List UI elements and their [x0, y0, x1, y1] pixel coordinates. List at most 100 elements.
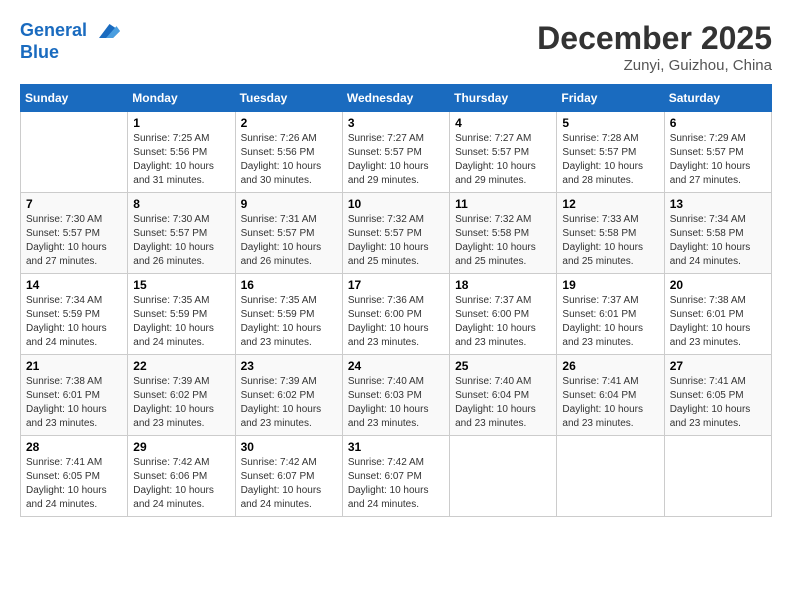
calendar-cell: 19Sunrise: 7:37 AMSunset: 6:01 PMDayligh…	[557, 274, 664, 355]
day-number: 4	[455, 116, 551, 130]
day-info: Sunrise: 7:42 AMSunset: 6:07 PMDaylight:…	[348, 456, 444, 512]
calendar-cell: 16Sunrise: 7:35 AMSunset: 5:59 PMDayligh…	[235, 274, 342, 355]
day-info: Sunrise: 7:35 AMSunset: 5:59 PMDaylight:…	[133, 294, 229, 350]
day-info: Sunrise: 7:42 AMSunset: 6:06 PMDaylight:…	[133, 456, 229, 512]
weekday-header-friday: Friday	[557, 85, 664, 112]
logo: General Blue	[20, 20, 120, 63]
day-info: Sunrise: 7:40 AMSunset: 6:03 PMDaylight:…	[348, 375, 444, 431]
day-info: Sunrise: 7:34 AMSunset: 5:58 PMDaylight:…	[670, 213, 766, 269]
day-number: 12	[562, 197, 658, 211]
calendar-cell: 17 Sunrise: 7:36 AMSunset: 6:00 PMDayligh…	[342, 274, 449, 355]
weekday-header-wednesday: Wednesday	[342, 85, 449, 112]
day-number: 23	[241, 359, 337, 373]
calendar-cell: 15 Sunrise: 7:35 AMSunset: 5:59 PMDayligh…	[128, 274, 235, 355]
day-info: Sunrise: 7:38 AMSunset: 6:01 PMDaylight:…	[670, 294, 766, 350]
calendar-cell	[664, 436, 771, 517]
calendar-cell: 26 Sunrise: 7:41 AMSunset: 6:04 PMDayligh…	[557, 355, 664, 436]
day-number: 25	[455, 359, 551, 373]
header: General Blue December 2025 Zunyi, Guizho…	[20, 20, 772, 74]
logo-blue: Blue	[20, 42, 120, 63]
calendar-cell: 30 Sunrise: 7:42 AMSunset: 6:07 PMDayligh…	[235, 436, 342, 517]
day-info: Sunrise: 7:41 AMSunset: 6:05 PMDaylight:…	[670, 375, 766, 431]
day-number: 26	[562, 359, 658, 373]
title-area: December 2025 Zunyi, Guizhou, China	[537, 20, 772, 74]
logo-general: General	[20, 20, 87, 40]
day-number: 17	[348, 278, 444, 292]
day-number: 11	[455, 197, 551, 211]
day-number: 14	[26, 278, 122, 292]
calendar-cell: 9 Sunrise: 7:31 AMSunset: 5:57 PMDaylight…	[235, 193, 342, 274]
day-info: Sunrise: 7:31 AMSunset: 5:57 PMDaylight:…	[241, 213, 337, 269]
day-info: Sunrise: 7:32 AMSunset: 5:58 PMDaylight:…	[455, 213, 551, 269]
location: Zunyi, Guizhou, China	[537, 57, 772, 74]
day-number: 3	[348, 116, 444, 130]
calendar-cell: 28 Sunrise: 7:41 AMSunset: 6:05 PMDayligh…	[21, 436, 128, 517]
day-info: Sunrise: 7:41 AMSunset: 6:05 PMDaylight:…	[26, 456, 122, 512]
weekday-header-monday: Monday	[128, 85, 235, 112]
day-number: 22	[133, 359, 229, 373]
calendar-cell	[450, 436, 557, 517]
calendar-cell: 29 Sunrise: 7:42 AMSunset: 6:06 PMDayligh…	[128, 436, 235, 517]
calendar-cell: 25 Sunrise: 7:40 AMSunset: 6:04 PMDayligh…	[450, 355, 557, 436]
day-info: Sunrise: 7:27 AMSunset: 5:57 PMDaylight:…	[455, 132, 551, 188]
day-number: 18	[455, 278, 551, 292]
calendar-cell: 20 Sunrise: 7:38 AMSunset: 6:01 PMDayligh…	[664, 274, 771, 355]
day-info: Sunrise: 7:34 AMSunset: 5:59 PMDaylight:…	[26, 294, 122, 350]
calendar-cell: 21Sunrise: 7:38 AMSunset: 6:01 PMDayligh…	[21, 355, 128, 436]
calendar-cell: 24 Sunrise: 7:40 AMSunset: 6:03 PMDayligh…	[342, 355, 449, 436]
calendar-cell	[557, 436, 664, 517]
calendar-cell: 12 Sunrise: 7:33 AMSunset: 5:58 PMDayligh…	[557, 193, 664, 274]
calendar-cell: 2 Sunrise: 7:26 AMSunset: 5:56 PMDaylight…	[235, 112, 342, 193]
calendar: SundayMondayTuesdayWednesdayThursdayFrid…	[20, 84, 772, 517]
day-info: Sunrise: 7:30 AMSunset: 5:57 PMDaylight:…	[26, 213, 122, 269]
calendar-cell: 27 Sunrise: 7:41 AMSunset: 6:05 PMDayligh…	[664, 355, 771, 436]
day-info: Sunrise: 7:33 AMSunset: 5:58 PMDaylight:…	[562, 213, 658, 269]
day-info: Sunrise: 7:35 AMSunset: 5:59 PMDaylight:…	[241, 294, 337, 350]
calendar-cell: 14 Sunrise: 7:34 AMSunset: 5:59 PMDayligh…	[21, 274, 128, 355]
day-info: Sunrise: 7:37 AMSunset: 6:01 PMDaylight:…	[562, 294, 658, 350]
day-number: 30	[241, 440, 337, 454]
day-info: Sunrise: 7:40 AMSunset: 6:04 PMDaylight:…	[455, 375, 551, 431]
day-number: 28	[26, 440, 122, 454]
calendar-cell: 6Sunrise: 7:29 AMSunset: 5:57 PMDaylight…	[664, 112, 771, 193]
day-number: 27	[670, 359, 766, 373]
day-info: Sunrise: 7:30 AMSunset: 5:57 PMDaylight:…	[133, 213, 229, 269]
day-info: Sunrise: 7:28 AMSunset: 5:57 PMDaylight:…	[562, 132, 658, 188]
day-number: 10	[348, 197, 444, 211]
calendar-cell: 23Sunrise: 7:39 AMSunset: 6:02 PMDayligh…	[235, 355, 342, 436]
day-info: Sunrise: 7:42 AMSunset: 6:07 PMDaylight:…	[241, 456, 337, 512]
calendar-cell: 3Sunrise: 7:27 AMSunset: 5:57 PMDaylight…	[342, 112, 449, 193]
day-number: 29	[133, 440, 229, 454]
day-info: Sunrise: 7:36 AMSunset: 6:00 PMDaylight:…	[348, 294, 444, 350]
weekday-header-thursday: Thursday	[450, 85, 557, 112]
day-number: 21	[26, 359, 122, 373]
calendar-cell: 10 Sunrise: 7:32 AMSunset: 5:57 PMDayligh…	[342, 193, 449, 274]
calendar-cell: 18Sunrise: 7:37 AMSunset: 6:00 PMDayligh…	[450, 274, 557, 355]
day-info: Sunrise: 7:25 AMSunset: 5:56 PMDaylight:…	[133, 132, 229, 188]
calendar-cell: 1 Sunrise: 7:25 AMSunset: 5:56 PMDaylight…	[128, 112, 235, 193]
weekday-header-saturday: Saturday	[664, 85, 771, 112]
day-number: 24	[348, 359, 444, 373]
calendar-cell: 5 Sunrise: 7:28 AMSunset: 5:57 PMDaylight…	[557, 112, 664, 193]
day-number: 7	[26, 197, 122, 211]
day-number: 5	[562, 116, 658, 130]
weekday-header-tuesday: Tuesday	[235, 85, 342, 112]
weekday-header-sunday: Sunday	[21, 85, 128, 112]
calendar-cell: 7 Sunrise: 7:30 AMSunset: 5:57 PMDaylight…	[21, 193, 128, 274]
day-number: 6	[670, 116, 766, 130]
day-number: 20	[670, 278, 766, 292]
day-info: Sunrise: 7:41 AMSunset: 6:04 PMDaylight:…	[562, 375, 658, 431]
calendar-cell: 4 Sunrise: 7:27 AMSunset: 5:57 PMDaylight…	[450, 112, 557, 193]
calendar-cell	[21, 112, 128, 193]
month-title: December 2025	[537, 20, 772, 57]
day-number: 9	[241, 197, 337, 211]
day-number: 31	[348, 440, 444, 454]
day-number: 2	[241, 116, 337, 130]
day-info: Sunrise: 7:32 AMSunset: 5:57 PMDaylight:…	[348, 213, 444, 269]
day-number: 1	[133, 116, 229, 130]
day-info: Sunrise: 7:26 AMSunset: 5:56 PMDaylight:…	[241, 132, 337, 188]
calendar-cell: 22Sunrise: 7:39 AMSunset: 6:02 PMDayligh…	[128, 355, 235, 436]
day-number: 15	[133, 278, 229, 292]
day-number: 8	[133, 197, 229, 211]
calendar-cell: 8 Sunrise: 7:30 AMSunset: 5:57 PMDaylight…	[128, 193, 235, 274]
